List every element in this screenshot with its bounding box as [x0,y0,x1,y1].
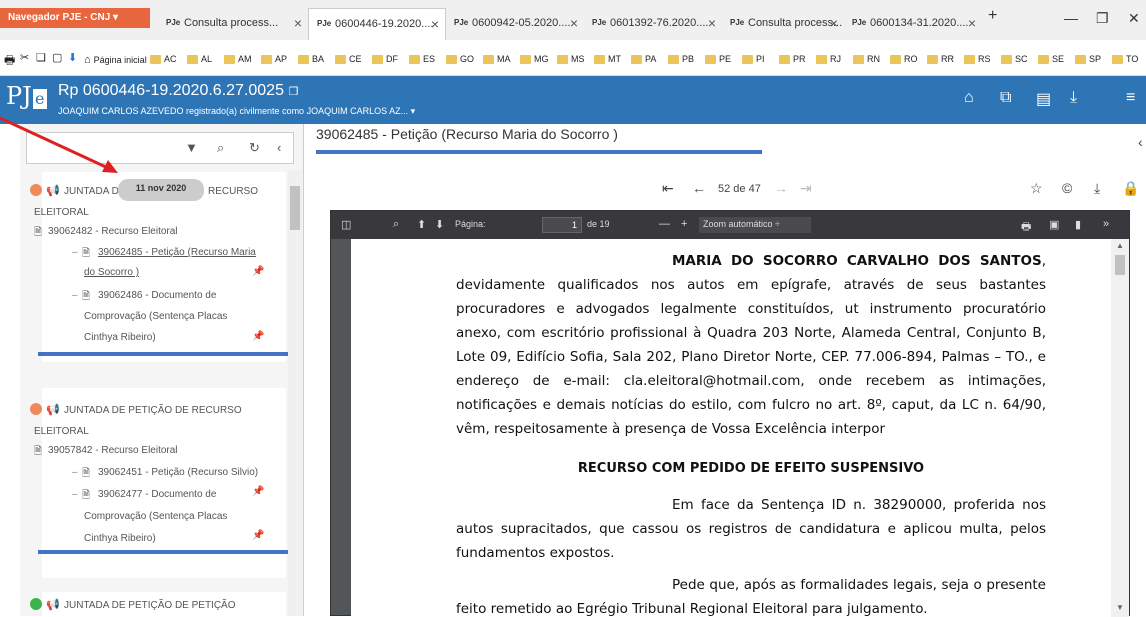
petition-paragraph-2: Em face da Sentença ID n. 38290000, prof… [456,497,1046,561]
pdf-scrollbar[interactable]: ▲ ▼ [1111,239,1129,617]
copyright-icon[interactable]: © [1062,180,1072,196]
chevron-down-icon: ÷ [775,219,780,229]
pdf-page: MARIA DO SOCORRO CARVALHO DOS SANTOS, de… [351,239,1111,617]
more-tools-icon[interactable]: » [1103,218,1109,230]
previous-document-icon[interactable]: ← [692,180,706,196]
page-label: Página: [455,219,486,229]
petition-paragraph-3: Pede que, após as formalidades legais, s… [456,577,1046,617]
find-icon[interactable]: ⌕ [393,218,399,231]
lock-icon[interactable]: 🔒 [1122,180,1139,197]
scroll-down-icon[interactable]: ▼ [1116,603,1124,612]
pdf-toolbar: ◫ ⌕ ⬆ ⬇ Página: 1 de 19 — + Zoom automát… [331,211,1129,239]
scroll-up-icon[interactable]: ▲ [1116,241,1124,250]
petition-heading: RECURSO COM PEDIDO DE EFEITO SUSPENSIVO [577,461,925,476]
pdf-viewer: ◫ ⌕ ⬆ ⬇ Página: 1 de 19 — + Zoom automát… [330,210,1130,617]
redaction-line [316,150,762,154]
last-document-icon[interactable]: ⇥ [800,180,812,197]
previous-page-icon[interactable]: ⬆ [417,218,426,231]
zoom-select[interactable]: Zoom automático ÷ [699,217,811,233]
document-title: 39062485 - Petição (Recurso Maria do Soc… [316,126,618,142]
page-total: de 19 [587,219,610,229]
zoom-out-icon[interactable]: — [659,218,670,230]
next-page-icon[interactable]: ⬇ [435,218,444,231]
zoom-in-icon[interactable]: + [681,218,687,230]
document-position: 52 de 47 [718,183,761,195]
print-icon[interactable]: 🖶 [1021,218,1031,237]
document-subtitle-redacted [316,146,762,156]
next-document-icon[interactable]: → [774,180,788,196]
sidebar-toggle-icon[interactable]: ◫ [341,218,351,231]
star-icon[interactable]: ☆ [1030,180,1043,197]
page-number-input[interactable]: 1 [542,217,582,233]
zoom-value: Zoom automático [703,219,773,229]
download-icon[interactable]: ⤓ [1094,180,1100,197]
bookmark-icon[interactable]: ▮ [1075,218,1081,231]
expand-panel-icon[interactable]: ‹ [1138,134,1143,150]
document-navigation: ⇤ ← 52 de 47 → ⇥ ☆ © ⤓ 🔒 [304,172,1146,208]
paragraph-text: devidamente qualificados nos autos em ep… [456,277,1046,437]
pdf-scroll-thumb[interactable] [1115,255,1125,275]
first-document-icon[interactable]: ⇤ [662,180,674,197]
petition-paragraph-1: MARIA DO SOCORRO CARVALHO DOS SANTOS, de… [456,253,1046,437]
save-icon[interactable]: ▣ [1049,218,1059,231]
petitioner-name: MARIA DO SOCORRO CARVALHO DOS SANTOS [672,253,1042,269]
